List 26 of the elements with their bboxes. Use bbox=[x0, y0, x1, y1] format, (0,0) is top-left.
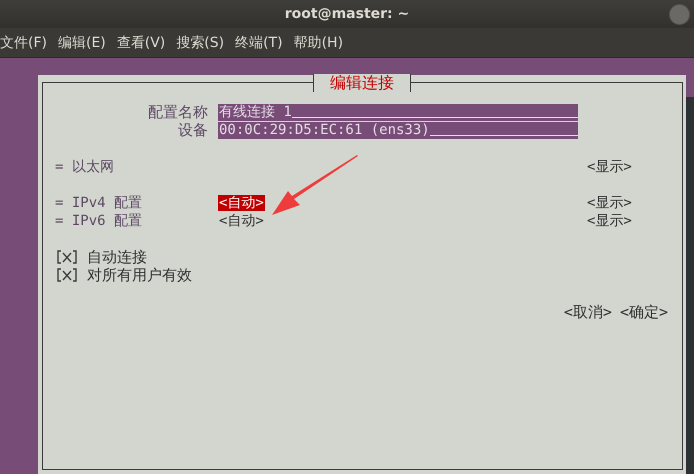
checkbox-label: 自动连接 bbox=[87, 248, 147, 266]
show-button[interactable]: <显示> bbox=[587, 194, 669, 212]
show-button[interactable]: <显示> bbox=[587, 158, 669, 176]
mode-dropdown[interactable]: <自动> bbox=[218, 213, 265, 229]
dialog-title: 编辑连接 bbox=[313, 74, 411, 92]
dialog-button[interactable]: <取消> bbox=[564, 303, 612, 322]
input-field[interactable]: 00:0C:29:D5:EC:61 (ens33) bbox=[218, 122, 578, 138]
show-button[interactable]: <显示> bbox=[587, 212, 669, 230]
checkbox-label: 对所有用户有效 bbox=[87, 266, 192, 284]
checkbox[interactable] bbox=[55, 249, 79, 265]
menu-item[interactable]: 搜索(S) bbox=[176, 34, 224, 52]
menu-item[interactable]: 编辑(E) bbox=[58, 34, 106, 52]
menu-item[interactable]: 终端(T) bbox=[235, 34, 283, 52]
section-label: = 以太网 bbox=[55, 158, 115, 176]
menu-item[interactable]: 文件(F) bbox=[0, 34, 47, 52]
field-label: 配置名称 bbox=[147, 102, 208, 122]
window-title: root@master: ~ bbox=[284, 6, 410, 22]
menu-item[interactable]: 查看(V) bbox=[116, 34, 166, 52]
mode-dropdown[interactable]: <自动> bbox=[218, 195, 265, 211]
checkbox[interactable] bbox=[55, 267, 79, 283]
field-label: 设备 bbox=[177, 120, 208, 140]
input-field[interactable]: 有线连接 1 bbox=[218, 104, 578, 120]
section-label: = IPv6 配置 bbox=[55, 212, 144, 230]
section-label: = IPv4 配置 bbox=[55, 194, 144, 212]
dialog-button[interactable]: <确定> bbox=[620, 303, 668, 322]
menu-item[interactable]: 帮助(H) bbox=[294, 34, 344, 52]
